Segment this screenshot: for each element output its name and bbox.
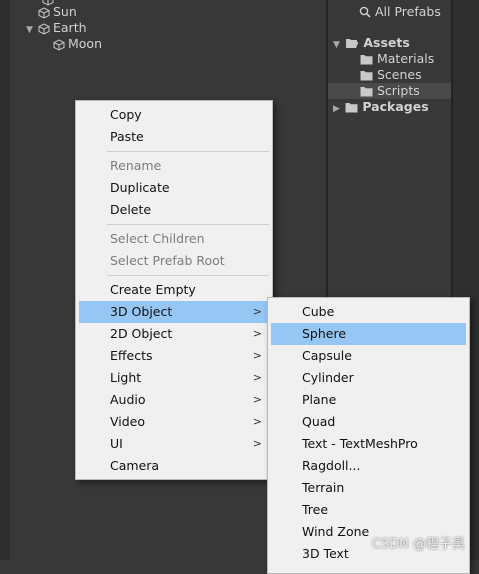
hierarchy-item-label: Sun	[53, 4, 77, 19]
submenu-arrow-icon: >	[252, 327, 262, 340]
menu-item-label: UI	[110, 436, 123, 451]
menu-item-label: 3D Object	[110, 304, 173, 319]
menu-item-select-children: Select Children	[79, 228, 269, 250]
submenu-item-quad[interactable]: Quad	[271, 411, 466, 433]
packages-folder[interactable]: ▶ Packages	[328, 99, 451, 115]
packages-label: Packages	[362, 99, 429, 114]
hierarchy-item-sun[interactable]: Sun	[38, 4, 77, 20]
folder-icon	[360, 55, 373, 65]
folder-icon	[345, 103, 358, 113]
menu-item-light[interactable]: Light >	[79, 367, 269, 389]
context-menu: Copy Paste Rename Duplicate Delete Selec…	[75, 100, 273, 480]
menu-item-label: Paste	[110, 129, 144, 144]
menu-item-audio[interactable]: Audio >	[79, 389, 269, 411]
gameobject-icon	[53, 39, 65, 51]
menu-item-label: Sphere	[302, 326, 347, 341]
menu-item-label: Text - TextMeshPro	[302, 436, 418, 451]
menu-item-3d-object[interactable]: 3D Object >	[79, 301, 269, 323]
menu-item-label: Ragdoll...	[302, 458, 361, 473]
watermark: CSDN @程子昊	[371, 537, 465, 552]
submenu-item-ragdoll[interactable]: Ragdoll...	[271, 455, 466, 477]
menu-item-label: Delete	[110, 202, 152, 217]
folder-label: Scripts	[376, 83, 420, 98]
gameobject-icon	[38, 7, 50, 19]
submenu-item-textmeshpro[interactable]: Text - TextMeshPro	[271, 433, 466, 455]
menu-item-copy[interactable]: Copy	[79, 104, 269, 126]
hierarchy-item-moon[interactable]: Moon	[53, 36, 102, 52]
menu-item-label: Rename	[110, 158, 162, 173]
submenu-item-sphere[interactable]: Sphere	[271, 323, 466, 345]
menu-item-effects[interactable]: Effects >	[79, 345, 269, 367]
expand-triangle-icon[interactable]: ▼	[26, 22, 38, 38]
gameobject-icon	[38, 23, 50, 35]
submenu-arrow-icon: >	[252, 349, 262, 362]
submenu-item-tree[interactable]: Tree	[271, 499, 466, 521]
submenu-item-plane[interactable]: Plane	[271, 389, 466, 411]
menu-item-2d-object[interactable]: 2D Object >	[79, 323, 269, 345]
menu-item-label: Select Prefab Root	[110, 253, 225, 268]
menu-item-label: Video	[110, 414, 146, 429]
submenu-arrow-icon: >	[252, 371, 262, 384]
folder-scenes[interactable]: Scenes	[328, 67, 451, 83]
menu-item-label: Capsule	[302, 348, 352, 363]
all-prefabs-label: All Prefabs	[374, 4, 441, 19]
submenu-arrow-icon: >	[252, 305, 262, 318]
menu-item-label: Tree	[302, 502, 329, 517]
menu-item-label: Terrain	[302, 480, 345, 495]
menu-item-label: Wind Zone	[302, 524, 370, 539]
menu-item-select-prefab-root: Select Prefab Root	[79, 250, 269, 272]
menu-item-label: Cube	[302, 304, 335, 319]
menu-item-label: Duplicate	[110, 180, 170, 195]
menu-item-label: Cylinder	[302, 370, 354, 385]
menu-item-duplicate[interactable]: Duplicate	[79, 177, 269, 199]
menu-item-paste[interactable]: Paste	[79, 126, 269, 148]
assets-folder[interactable]: ▼ Assets	[328, 35, 451, 51]
menu-item-label: Plane	[302, 392, 337, 407]
submenu-item-terrain[interactable]: Terrain	[271, 477, 466, 499]
submenu-item-capsule[interactable]: Capsule	[271, 345, 466, 367]
menu-item-label: Copy	[110, 107, 142, 122]
menu-separator	[107, 224, 269, 225]
submenu-item-cylinder[interactable]: Cylinder	[271, 367, 466, 389]
folder-label: Materials	[376, 51, 435, 66]
collapse-triangle-icon[interactable]: ▶	[333, 101, 345, 117]
submenu-arrow-icon: >	[252, 415, 262, 428]
menu-separator	[107, 275, 269, 276]
submenu-item-cube[interactable]: Cube	[271, 301, 466, 323]
hierarchy-gutter	[0, 0, 10, 560]
folder-label: Scenes	[376, 67, 422, 82]
menu-separator	[107, 151, 269, 152]
menu-item-ui[interactable]: UI >	[79, 433, 269, 455]
menu-item-label: 3D Text	[302, 546, 349, 561]
menu-item-label: Light	[110, 370, 142, 385]
menu-item-label: Quad	[302, 414, 336, 429]
menu-item-rename: Rename	[79, 155, 269, 177]
menu-item-label: 2D Object	[110, 326, 173, 341]
hierarchy-item-earth[interactable]: ▼ Earth	[26, 20, 87, 36]
search-icon	[359, 6, 371, 18]
submenu-arrow-icon: >	[252, 437, 262, 450]
menu-item-label: Audio	[110, 392, 146, 407]
hierarchy-item-label: Moon	[68, 36, 103, 51]
folder-icon	[360, 87, 373, 97]
folder-open-icon	[346, 39, 359, 48]
folder-materials[interactable]: Materials	[328, 51, 451, 67]
menu-item-label: Select Children	[110, 231, 205, 246]
all-prefabs-item[interactable]: All Prefabs	[328, 4, 451, 20]
folder-scripts[interactable]: Scripts	[328, 83, 451, 99]
menu-item-create-empty[interactable]: Create Empty	[79, 279, 269, 301]
menu-item-camera[interactable]: Camera	[79, 455, 269, 477]
menu-item-video[interactable]: Video >	[79, 411, 269, 433]
menu-item-label: Effects	[110, 348, 153, 363]
menu-item-label: Create Empty	[110, 282, 196, 297]
folder-icon	[360, 71, 373, 81]
submenu-arrow-icon: >	[252, 393, 262, 406]
hierarchy-item-label: Earth	[53, 20, 87, 35]
assets-label: Assets	[363, 35, 410, 50]
menu-item-label: Camera	[110, 458, 160, 473]
menu-item-delete[interactable]: Delete	[79, 199, 269, 221]
